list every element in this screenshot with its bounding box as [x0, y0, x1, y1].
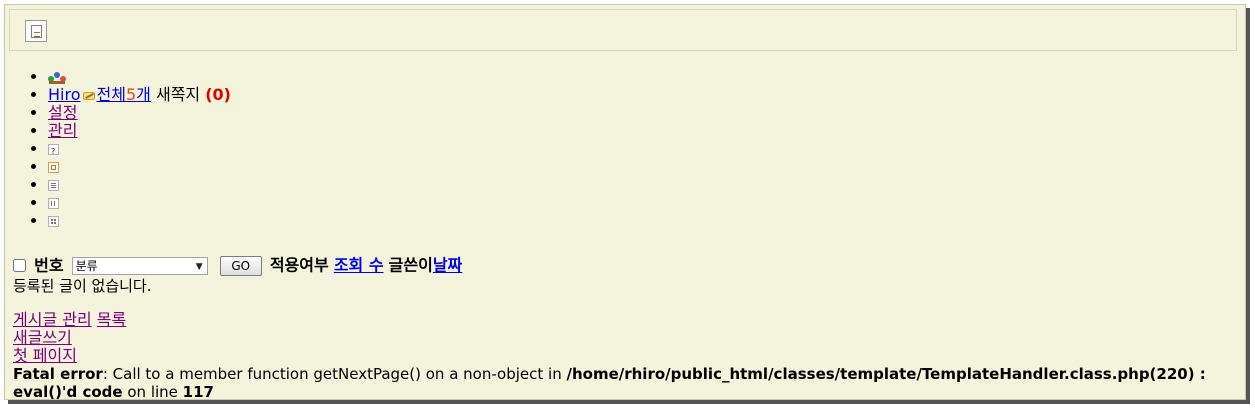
first-page-row: 첫 페이지: [13, 347, 126, 365]
logout-icon[interactable]: [48, 162, 59, 173]
settings-link[interactable]: 설정: [48, 103, 77, 122]
new-post-row: 새글쓰기: [13, 329, 126, 347]
views-sort-link[interactable]: 조회 수: [334, 256, 384, 275]
board-toolbar: 번호 분류 ▼ GO 적용여부 조회 수 글쓴이날짜: [13, 253, 462, 277]
fatal-error-message: Fatal error: Call to a member function g…: [13, 365, 1245, 400]
menu-item-user: Hiro 전체5개 새쪽지 (0): [48, 86, 231, 104]
menu-item-logout: [48, 158, 231, 176]
fatal-error-title: Fatal error: [13, 365, 103, 383]
first-page-link[interactable]: 첫 페이지: [13, 346, 77, 365]
page-frame: Hiro 전체5개 새쪽지 (0) 설정 관리 번호 분류 ▼: [4, 4, 1246, 400]
user-name-link[interactable]: Hiro: [48, 85, 81, 104]
manage-links-row: 게시글 관리 목록: [13, 311, 126, 329]
fatal-error-line-number: 117: [182, 383, 214, 400]
all-posts-count: 5: [125, 85, 137, 104]
fatal-error-text: : Call to a member function getNextPage(…: [102, 365, 567, 383]
new-post-link[interactable]: 새글쓰기: [13, 328, 72, 347]
menu-item-grid-view: [48, 212, 231, 230]
chevron-down-icon: ▼: [195, 261, 203, 272]
writer-column-label: 글쓴이: [388, 255, 433, 275]
detail-view-icon[interactable]: [48, 198, 59, 209]
help-icon[interactable]: [48, 143, 59, 155]
grid-view-icon[interactable]: [48, 216, 59, 227]
board-bottom-links: 게시글 관리 목록 새글쓰기 첫 페이지: [13, 311, 126, 365]
number-column-label: 번호: [34, 255, 64, 275]
user-menu: Hiro 전체5개 새쪽지 (0) 설정 관리: [32, 68, 231, 230]
all-posts-label: 전체: [96, 85, 126, 104]
menu-item-members: [48, 68, 231, 86]
menu-item-detail-view: [48, 194, 231, 212]
menu-item-admin: 관리: [48, 122, 231, 140]
memo-count: (0): [205, 85, 231, 104]
header-bar: [9, 9, 1237, 51]
memo-label: 새쪽지: [155, 85, 201, 104]
fatal-error-line-text: on line: [122, 383, 183, 400]
empty-list-message: 등록된 글이 없습니다.: [13, 277, 152, 295]
write-icon: [81, 90, 97, 102]
menu-item-list-view: [48, 176, 231, 194]
broken-image-icon: [25, 20, 47, 42]
go-button[interactable]: GO: [219, 255, 262, 276]
all-posts-suffix: 개: [136, 85, 151, 104]
list-link[interactable]: 목록: [97, 310, 126, 329]
list-view-icon[interactable]: [48, 180, 59, 191]
select-all-checkbox[interactable]: [13, 259, 26, 272]
category-select-value: 분류: [75, 258, 98, 273]
menu-item-help: [48, 140, 231, 158]
date-sort-link[interactable]: 날짜: [433, 256, 462, 275]
people-icon: [48, 71, 66, 84]
applied-column-label: 적용여부: [269, 255, 329, 275]
category-select[interactable]: 분류 ▼: [71, 256, 208, 275]
post-manage-link[interactable]: 게시글 관리: [13, 310, 92, 329]
menu-item-settings: 설정: [48, 104, 231, 122]
admin-link[interactable]: 관리: [48, 121, 77, 140]
all-posts-link[interactable]: 전체5개: [97, 85, 151, 104]
